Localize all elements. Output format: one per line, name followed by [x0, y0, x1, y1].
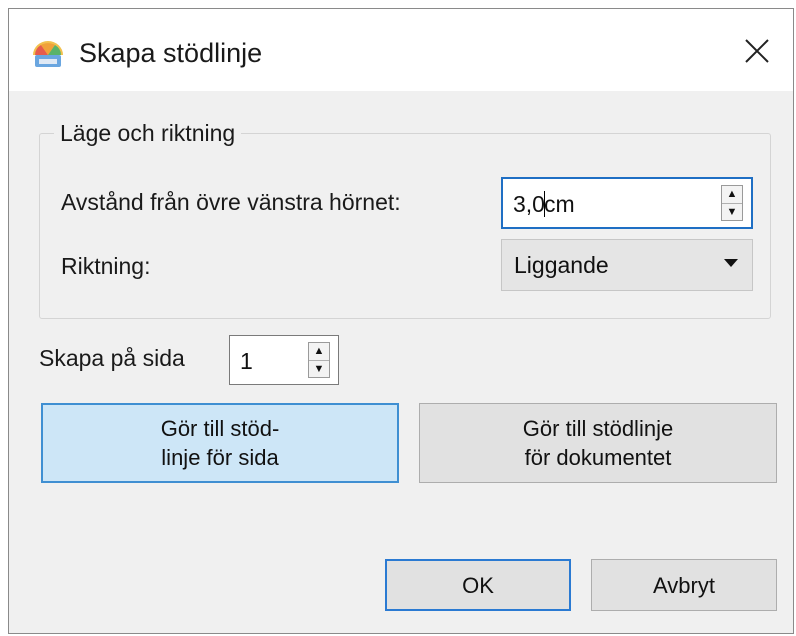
- dropdown-arrow-icon: [724, 259, 738, 267]
- doc-guide-label-line2: för dokumentet: [524, 445, 672, 470]
- spin-down-icon[interactable]: ▼: [309, 359, 329, 378]
- group-title: Läge och riktning: [54, 118, 242, 148]
- dialog-window: Skapa stödlinje Läge och riktning Avstån…: [8, 8, 794, 634]
- make-document-guide-button[interactable]: Gör till stödlinje för dokumentet: [419, 403, 777, 483]
- direction-dropdown[interactable]: Liggande: [501, 239, 753, 291]
- doc-guide-label-line1: Gör till stödlinje: [522, 416, 674, 441]
- page-label: Skapa på sida: [39, 345, 185, 371]
- page-guide-label-line2: linje för sida: [161, 445, 279, 470]
- distance-label: Avstånd från övre vänstra hörnet:: [61, 189, 401, 215]
- close-button[interactable]: [733, 29, 781, 77]
- make-page-guide-button[interactable]: Gör till stöd- linje för sida: [41, 403, 399, 483]
- direction-label: Riktning:: [61, 253, 151, 279]
- distance-stepper[interactable]: ▲ ▼: [721, 185, 743, 221]
- title-bar: Skapa stödlinje: [9, 9, 793, 91]
- close-icon: [744, 38, 770, 69]
- page-value[interactable]: 1: [240, 346, 253, 376]
- distance-value[interactable]: 3,0cm: [513, 189, 575, 219]
- spin-down-icon[interactable]: ▼: [722, 202, 742, 221]
- cancel-button[interactable]: Avbryt: [591, 559, 777, 611]
- spin-up-icon[interactable]: ▲: [309, 343, 329, 360]
- page-guide-label-line1: Gör till stöd-: [160, 416, 280, 441]
- ok-label: OK: [462, 572, 494, 598]
- palette-app-icon: [29, 37, 67, 73]
- direction-selected-value: Liggande: [514, 252, 609, 278]
- distance-spinbox[interactable]: 3,0cm ▲ ▼: [501, 177, 753, 229]
- page-stepper[interactable]: ▲ ▼: [308, 342, 330, 378]
- ok-button[interactable]: OK: [385, 559, 571, 611]
- page-spinbox[interactable]: 1 ▲ ▼: [229, 335, 339, 385]
- cancel-label: Avbryt: [653, 572, 715, 598]
- dialog-title: Skapa stödlinje: [79, 38, 263, 68]
- spin-up-icon[interactable]: ▲: [722, 186, 742, 203]
